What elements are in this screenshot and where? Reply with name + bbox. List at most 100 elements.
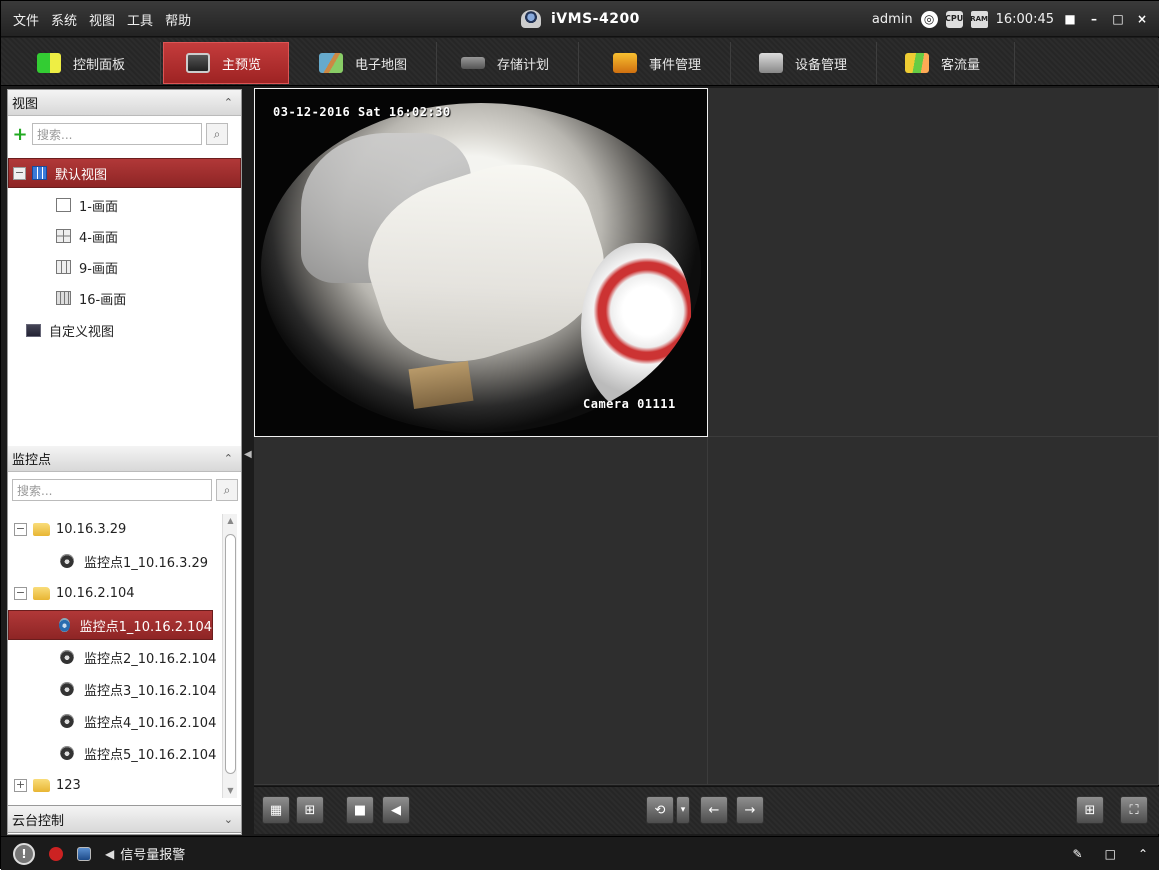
status-area: admin ◎ CPU RAM 16:00:45 ■ – □ × xyxy=(872,1,1150,37)
restore-icon[interactable]: □ xyxy=(1105,847,1116,861)
chevron-up-icon[interactable]: ⌃ xyxy=(224,96,233,109)
alarm-event-icon[interactable] xyxy=(49,846,63,861)
tree-item-custom-view[interactable]: 自定义视图 xyxy=(8,315,114,345)
osd-camera-name: Camera 01111 xyxy=(583,397,676,411)
video-window-1[interactable]: 03-12-2016 Sat 16:02:30 Camera 01111 xyxy=(254,88,708,437)
tree-item-label: 监控点3_10.16.2.104 xyxy=(84,683,217,699)
collapse-icon[interactable]: − xyxy=(13,166,26,180)
tab-device-management[interactable]: 设备管理 xyxy=(737,42,877,84)
views-panel-header[interactable]: 视图 ⌃ xyxy=(8,90,241,116)
monitor-icon[interactable] xyxy=(77,846,91,861)
fullscreen-button[interactable]: ⛶ xyxy=(1120,796,1148,824)
close-button[interactable]: × xyxy=(1134,11,1150,27)
tree-item-camera[interactable]: 监控点5_10.16.2.104 xyxy=(8,738,216,768)
maximize-button[interactable]: □ xyxy=(1110,11,1126,27)
views-search-row: + 搜索... ⌕ xyxy=(8,120,241,148)
tree-item-folder[interactable]: − 10.16.3.29 xyxy=(8,514,126,544)
tab-control-panel[interactable]: 控制面板 xyxy=(15,42,161,84)
tree-item-layout-9[interactable]: 9-画面 xyxy=(8,252,118,282)
tree-item-label: 监控点1_10.16.2.104 xyxy=(79,619,212,635)
video-window-3[interactable] xyxy=(254,437,708,785)
tree-item-label: 16-画面 xyxy=(79,292,127,308)
collapse-left-panel-icon[interactable]: ◀ xyxy=(244,449,252,461)
collapse-icon[interactable]: − xyxy=(14,586,27,600)
tab-people-counting[interactable]: 客流量 xyxy=(883,42,1015,84)
fisheye-video-image xyxy=(261,103,701,433)
app-title: iVMS-4200 xyxy=(551,11,640,27)
tree-item-label: 自定义视图 xyxy=(49,324,115,340)
window-division-button[interactable]: ⊞ xyxy=(1076,796,1104,824)
tree-item-layout-16[interactable]: 16-画面 xyxy=(8,283,126,313)
add-view-button[interactable]: + xyxy=(12,124,28,145)
menu-file[interactable]: 文件 xyxy=(13,10,39,29)
pin-icon[interactable]: ✎ xyxy=(1073,847,1083,861)
module-tab-bar: 控制面板 主预览 电子地图 存储计划 事件管理 设备管理 客流量 xyxy=(1,38,1159,86)
tree-item-camera[interactable]: 监控点3_10.16.2.104 xyxy=(8,674,216,704)
status-bar: ! ◀ 信号量报警 ✎ □ ⌃ xyxy=(1,836,1159,870)
tree-item-camera[interactable]: 监控点2_10.16.2.104 xyxy=(8,642,216,672)
menu-tools[interactable]: 工具 xyxy=(127,10,153,29)
view-layout-button[interactable]: ⊞ xyxy=(296,796,324,824)
scrollbar-thumb[interactable] xyxy=(225,534,236,774)
tree-item-folder[interactable]: − 10.16.2.104 xyxy=(8,578,135,608)
layout-4-icon xyxy=(56,229,71,243)
tab-event-management[interactable]: 事件管理 xyxy=(591,42,731,84)
tree-item-folder[interactable]: + 123 xyxy=(8,770,81,800)
menu-view[interactable]: 视图 xyxy=(89,10,115,29)
monitor-search-input[interactable]: 搜索... xyxy=(12,479,212,501)
search-icon[interactable]: ⌕ xyxy=(216,479,238,501)
mute-button[interactable]: ◀ xyxy=(382,796,410,824)
monitor-panel-header[interactable]: 监控点 ⌃ xyxy=(8,446,241,472)
camera-icon xyxy=(59,618,70,632)
video-window-2[interactable] xyxy=(708,88,1159,437)
expand-icon[interactable]: + xyxy=(14,778,27,792)
video-window-4[interactable] xyxy=(708,437,1159,785)
bag xyxy=(581,243,691,413)
save-view-button[interactable]: ▦ xyxy=(262,796,290,824)
cycle-dropdown-button[interactable]: ▾ xyxy=(676,796,690,824)
scroll-down-arrow-icon[interactable]: ▼ xyxy=(223,784,238,798)
collapse-icon[interactable]: − xyxy=(14,522,27,536)
tree-item-camera[interactable]: 监控点1_10.16.3.29 xyxy=(8,546,208,576)
lock-button[interactable]: ■ xyxy=(1062,11,1078,27)
stop-all-button[interactable]: ■ xyxy=(346,796,374,824)
search-icon[interactable]: ⌕ xyxy=(206,123,228,145)
previous-button[interactable]: ← xyxy=(700,796,728,824)
osd-timestamp: 03-12-2016 Sat 16:02:30 xyxy=(273,105,451,119)
chevron-up-icon[interactable]: ⌃ xyxy=(224,452,233,465)
cycle-button[interactable]: ⟲ xyxy=(646,796,674,824)
expand-up-icon[interactable]: ⌃ xyxy=(1138,847,1148,861)
tree-item-camera[interactable]: 监控点4_10.16.2.104 xyxy=(8,706,216,736)
tab-emap[interactable]: 电子地图 xyxy=(297,42,437,84)
app-window: 文件 系统 视图 工具 帮助 iVMS-4200 admin ◎ CPU RAM… xyxy=(0,0,1159,870)
user-name: admin xyxy=(871,11,913,27)
app-logo-icon xyxy=(521,10,541,28)
cpu-icon: CPU xyxy=(945,10,963,28)
speaker-icon[interactable]: ◀ xyxy=(105,847,114,861)
menu-system[interactable]: 系统 xyxy=(51,10,77,29)
clock: 16:00:45 xyxy=(995,11,1054,27)
alarm-icon[interactable]: ! xyxy=(13,842,35,865)
ptz-panel-header[interactable]: 云台控制 ⌄ xyxy=(7,805,242,833)
scroll-up-arrow-icon[interactable]: ▲ xyxy=(223,514,238,528)
menu-help[interactable]: 帮助 xyxy=(165,10,191,29)
tree-item-default-view[interactable]: − 默认视图 xyxy=(8,158,241,188)
tree-item-label: 默认视图 xyxy=(55,167,108,183)
chevron-down-icon[interactable]: ⌄ xyxy=(224,813,233,826)
next-button[interactable]: → xyxy=(736,796,764,824)
tab-main-preview[interactable]: 主预览 xyxy=(163,42,289,84)
minimize-button[interactable]: – xyxy=(1086,11,1102,27)
views-panel-title: 视图 xyxy=(12,97,39,112)
tree-item-layout-4[interactable]: 4-画面 xyxy=(8,221,118,251)
network-icon: ◎ xyxy=(920,10,938,28)
tree-item-layout-1[interactable]: 1-画面 xyxy=(8,190,118,220)
tab-storage-schedule[interactable]: 存储计划 xyxy=(439,42,579,84)
left-panel: 视图 ⌃ + 搜索... ⌕ − 默认视图 1-画面 4-画面 9-画面 16-… xyxy=(7,89,242,835)
tree-item-camera-selected[interactable]: 监控点1_10.16.2.104 xyxy=(8,610,213,640)
custom-view-icon xyxy=(26,323,41,337)
event-icon xyxy=(613,53,637,73)
tab-label: 控制面板 xyxy=(73,57,126,73)
views-search-input[interactable]: 搜索... xyxy=(32,123,202,145)
monitor-scrollbar[interactable]: ▲ ▼ xyxy=(222,514,237,798)
folder-icon xyxy=(33,778,50,792)
